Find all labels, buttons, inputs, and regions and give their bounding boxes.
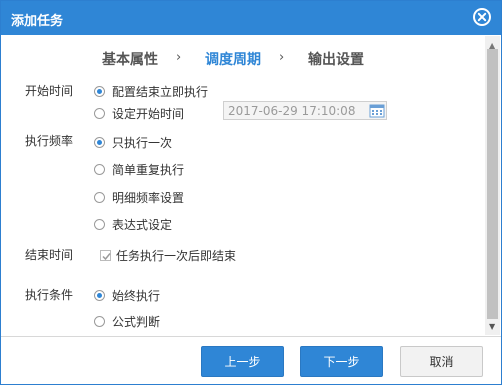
- start-datetime-value: 2017-06-29 17:10:08: [228, 104, 356, 118]
- radio-button[interactable]: [94, 107, 105, 119]
- radio-button[interactable]: [94, 218, 105, 230]
- radio-button[interactable]: [94, 315, 105, 327]
- start-time-label: 开始时间: [25, 84, 74, 98]
- radio-detailed-frequency[interactable]: 明细频率设置: [94, 189, 184, 205]
- radio-button[interactable]: [94, 289, 105, 301]
- radio-always-execute[interactable]: 始终执行: [94, 287, 160, 303]
- form-content: 开始时间 配置结束立即执行 设定开始时间 2017-06-29 17:10:08: [1, 73, 485, 335]
- radio-start-immediately[interactable]: 配置结束立即执行: [94, 83, 208, 99]
- radio-label: 公式判断: [112, 314, 161, 329]
- step-indicator: 基本属性 › 调度周期 › 输出设置: [1, 49, 491, 69]
- radio-once[interactable]: 只执行一次: [94, 134, 172, 150]
- frequency-label: 执行频率: [25, 134, 74, 148]
- dialog-titlebar: 添加任务: [1, 1, 501, 35]
- checkbox-label: 任务执行一次后即结束: [116, 249, 237, 263]
- radio-label: 配置结束立即执行: [112, 84, 209, 99]
- radio-expression[interactable]: 表达式设定: [94, 216, 172, 232]
- step-separator: ›: [279, 50, 285, 65]
- cancel-button[interactable]: 取消: [400, 346, 483, 377]
- radio-button[interactable]: [94, 163, 105, 175]
- start-datetime-field[interactable]: 2017-06-29 17:10:08: [223, 101, 387, 120]
- radio-button[interactable]: [94, 136, 105, 148]
- next-step-button[interactable]: 下一步: [300, 346, 383, 377]
- dialog-footer: 上一步 下一步 取消: [1, 336, 501, 384]
- radio-label: 明细频率设置: [112, 190, 185, 205]
- condition-label: 执行条件: [25, 288, 74, 302]
- step-separator: ›: [176, 50, 182, 65]
- radio-button[interactable]: [94, 191, 105, 203]
- calendar-icon[interactable]: [369, 103, 385, 118]
- step-output-settings[interactable]: 输出设置: [308, 49, 364, 69]
- radio-label: 设定开始时间: [112, 106, 185, 121]
- radio-label: 简单重复执行: [112, 162, 185, 177]
- radio-formula[interactable]: 公式判断: [94, 313, 160, 329]
- radio-button[interactable]: [94, 85, 105, 97]
- scroll-down-icon[interactable]: ▼: [489, 322, 495, 331]
- radio-label: 始终执行: [112, 288, 161, 303]
- radio-set-start-time[interactable]: 设定开始时间: [94, 105, 184, 121]
- radio-label: 只执行一次: [112, 135, 173, 150]
- end-after-once-checkbox-row[interactable]: 任务执行一次后即结束: [100, 247, 236, 264]
- step-schedule-cycle[interactable]: 调度周期: [205, 49, 261, 69]
- step-basic-properties[interactable]: 基本属性: [102, 49, 158, 69]
- dialog-title: 添加任务: [11, 14, 64, 29]
- radio-label: 表达式设定: [112, 217, 173, 232]
- end-time-label: 结束时间: [25, 248, 74, 262]
- radio-simple-repeat[interactable]: 简单重复执行: [94, 161, 184, 177]
- prev-step-button[interactable]: 上一步: [201, 346, 284, 377]
- close-icon[interactable]: [472, 7, 492, 27]
- scrollbar-thumb[interactable]: [487, 49, 498, 319]
- end-after-once-checkbox[interactable]: [100, 250, 111, 261]
- add-task-dialog: 添加任务 基本属性 › 调度周期 › 输出设置 开始时间 配置结束立即执行 设定…: [0, 0, 502, 385]
